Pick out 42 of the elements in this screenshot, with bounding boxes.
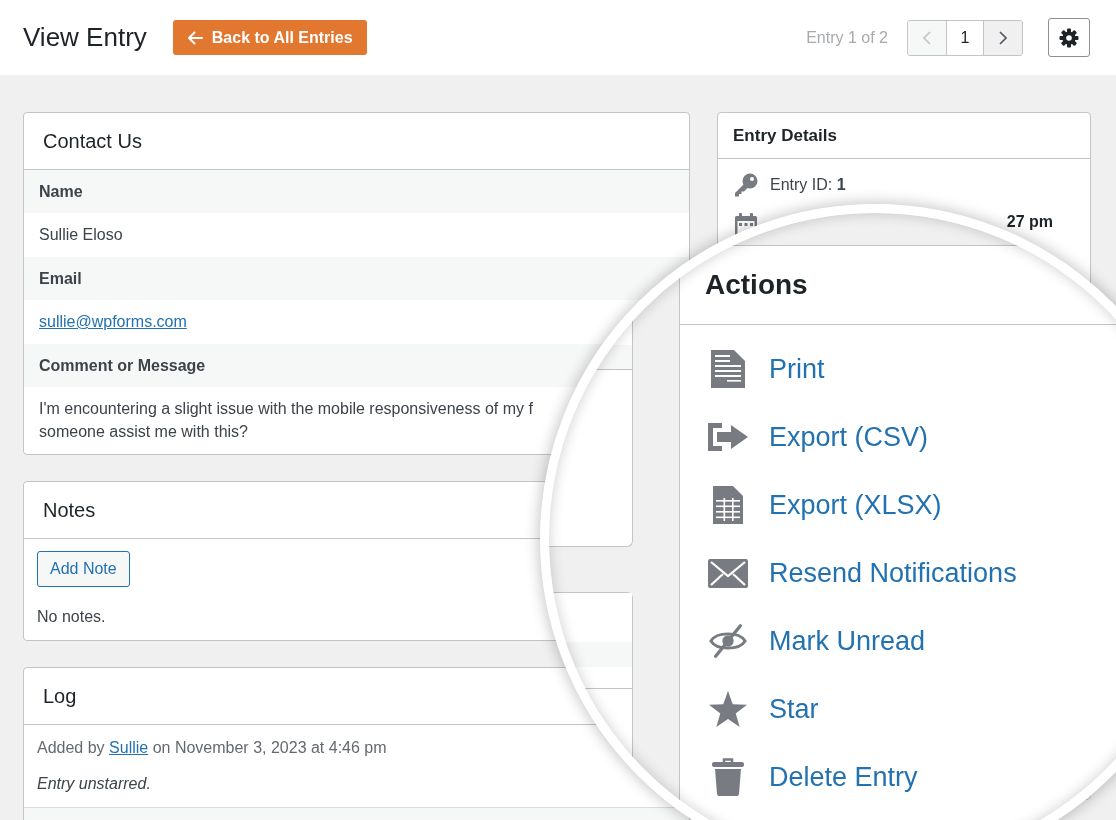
next-button[interactable] [984, 20, 1022, 55]
eye-slash-icon [708, 623, 748, 659]
add-note-button[interactable]: Add Note [37, 551, 130, 587]
settings-icon [1059, 27, 1079, 48]
document-icon [711, 350, 745, 388]
key-icon [734, 173, 758, 197]
page-number-field[interactable]: 1 [946, 20, 984, 55]
action-link[interactable]: Mark Unread [708, 607, 926, 675]
empty-notes-text: No notes. [37, 607, 106, 627]
card-title: Entry Details [733, 125, 837, 146]
chevron-right-icon [999, 30, 1007, 45]
log-message: Entry unstarred. [37, 774, 152, 794]
action-link[interactable]: Export (CSV) [708, 403, 929, 471]
message-text: I'm encountering a slight issue with the mobile responsiveness of my f someone assist me with this? [39, 399, 533, 442]
author-link[interactable]: Sullie [109, 739, 149, 756]
panel-title: Actions [705, 269, 808, 301]
card-title: Log [43, 684, 77, 708]
action-link[interactable]: Export (XLSX) [708, 471, 942, 539]
entry-counter: Entry 1 of 2 [806, 28, 888, 47]
action-link[interactable]: Print [708, 335, 825, 403]
envelope-icon [708, 558, 748, 588]
field-label: Comment or Message [39, 356, 206, 375]
trash-icon [712, 758, 744, 796]
star-icon [708, 689, 748, 729]
action-link[interactable]: Star [708, 675, 819, 743]
arrow-left-icon [186, 30, 203, 45]
spreadsheet-icon [713, 486, 743, 524]
action-link[interactable]: Delete Entry [708, 743, 918, 811]
field-value: Sullie Eloso [39, 226, 123, 244]
back-button[interactable]: Back to All Entries [172, 20, 367, 55]
settings-button[interactable] [1048, 18, 1090, 57]
field-label: Name [39, 182, 83, 201]
entry-id-text: Entry ID: 1 [770, 176, 846, 194]
export-arrow-icon [708, 423, 748, 451]
field-label: Email [39, 269, 82, 288]
card-title: Contact Us [43, 129, 142, 153]
chevron-left-icon [923, 30, 931, 45]
email-link[interactable]: sullie@wpforms.com [39, 313, 187, 331]
entry-date-text: 27 pm [1006, 213, 1053, 231]
card-title: Notes [43, 498, 96, 522]
page-title: View Entry [23, 21, 147, 54]
action-link[interactable]: Resend Notifications [708, 539, 1017, 607]
